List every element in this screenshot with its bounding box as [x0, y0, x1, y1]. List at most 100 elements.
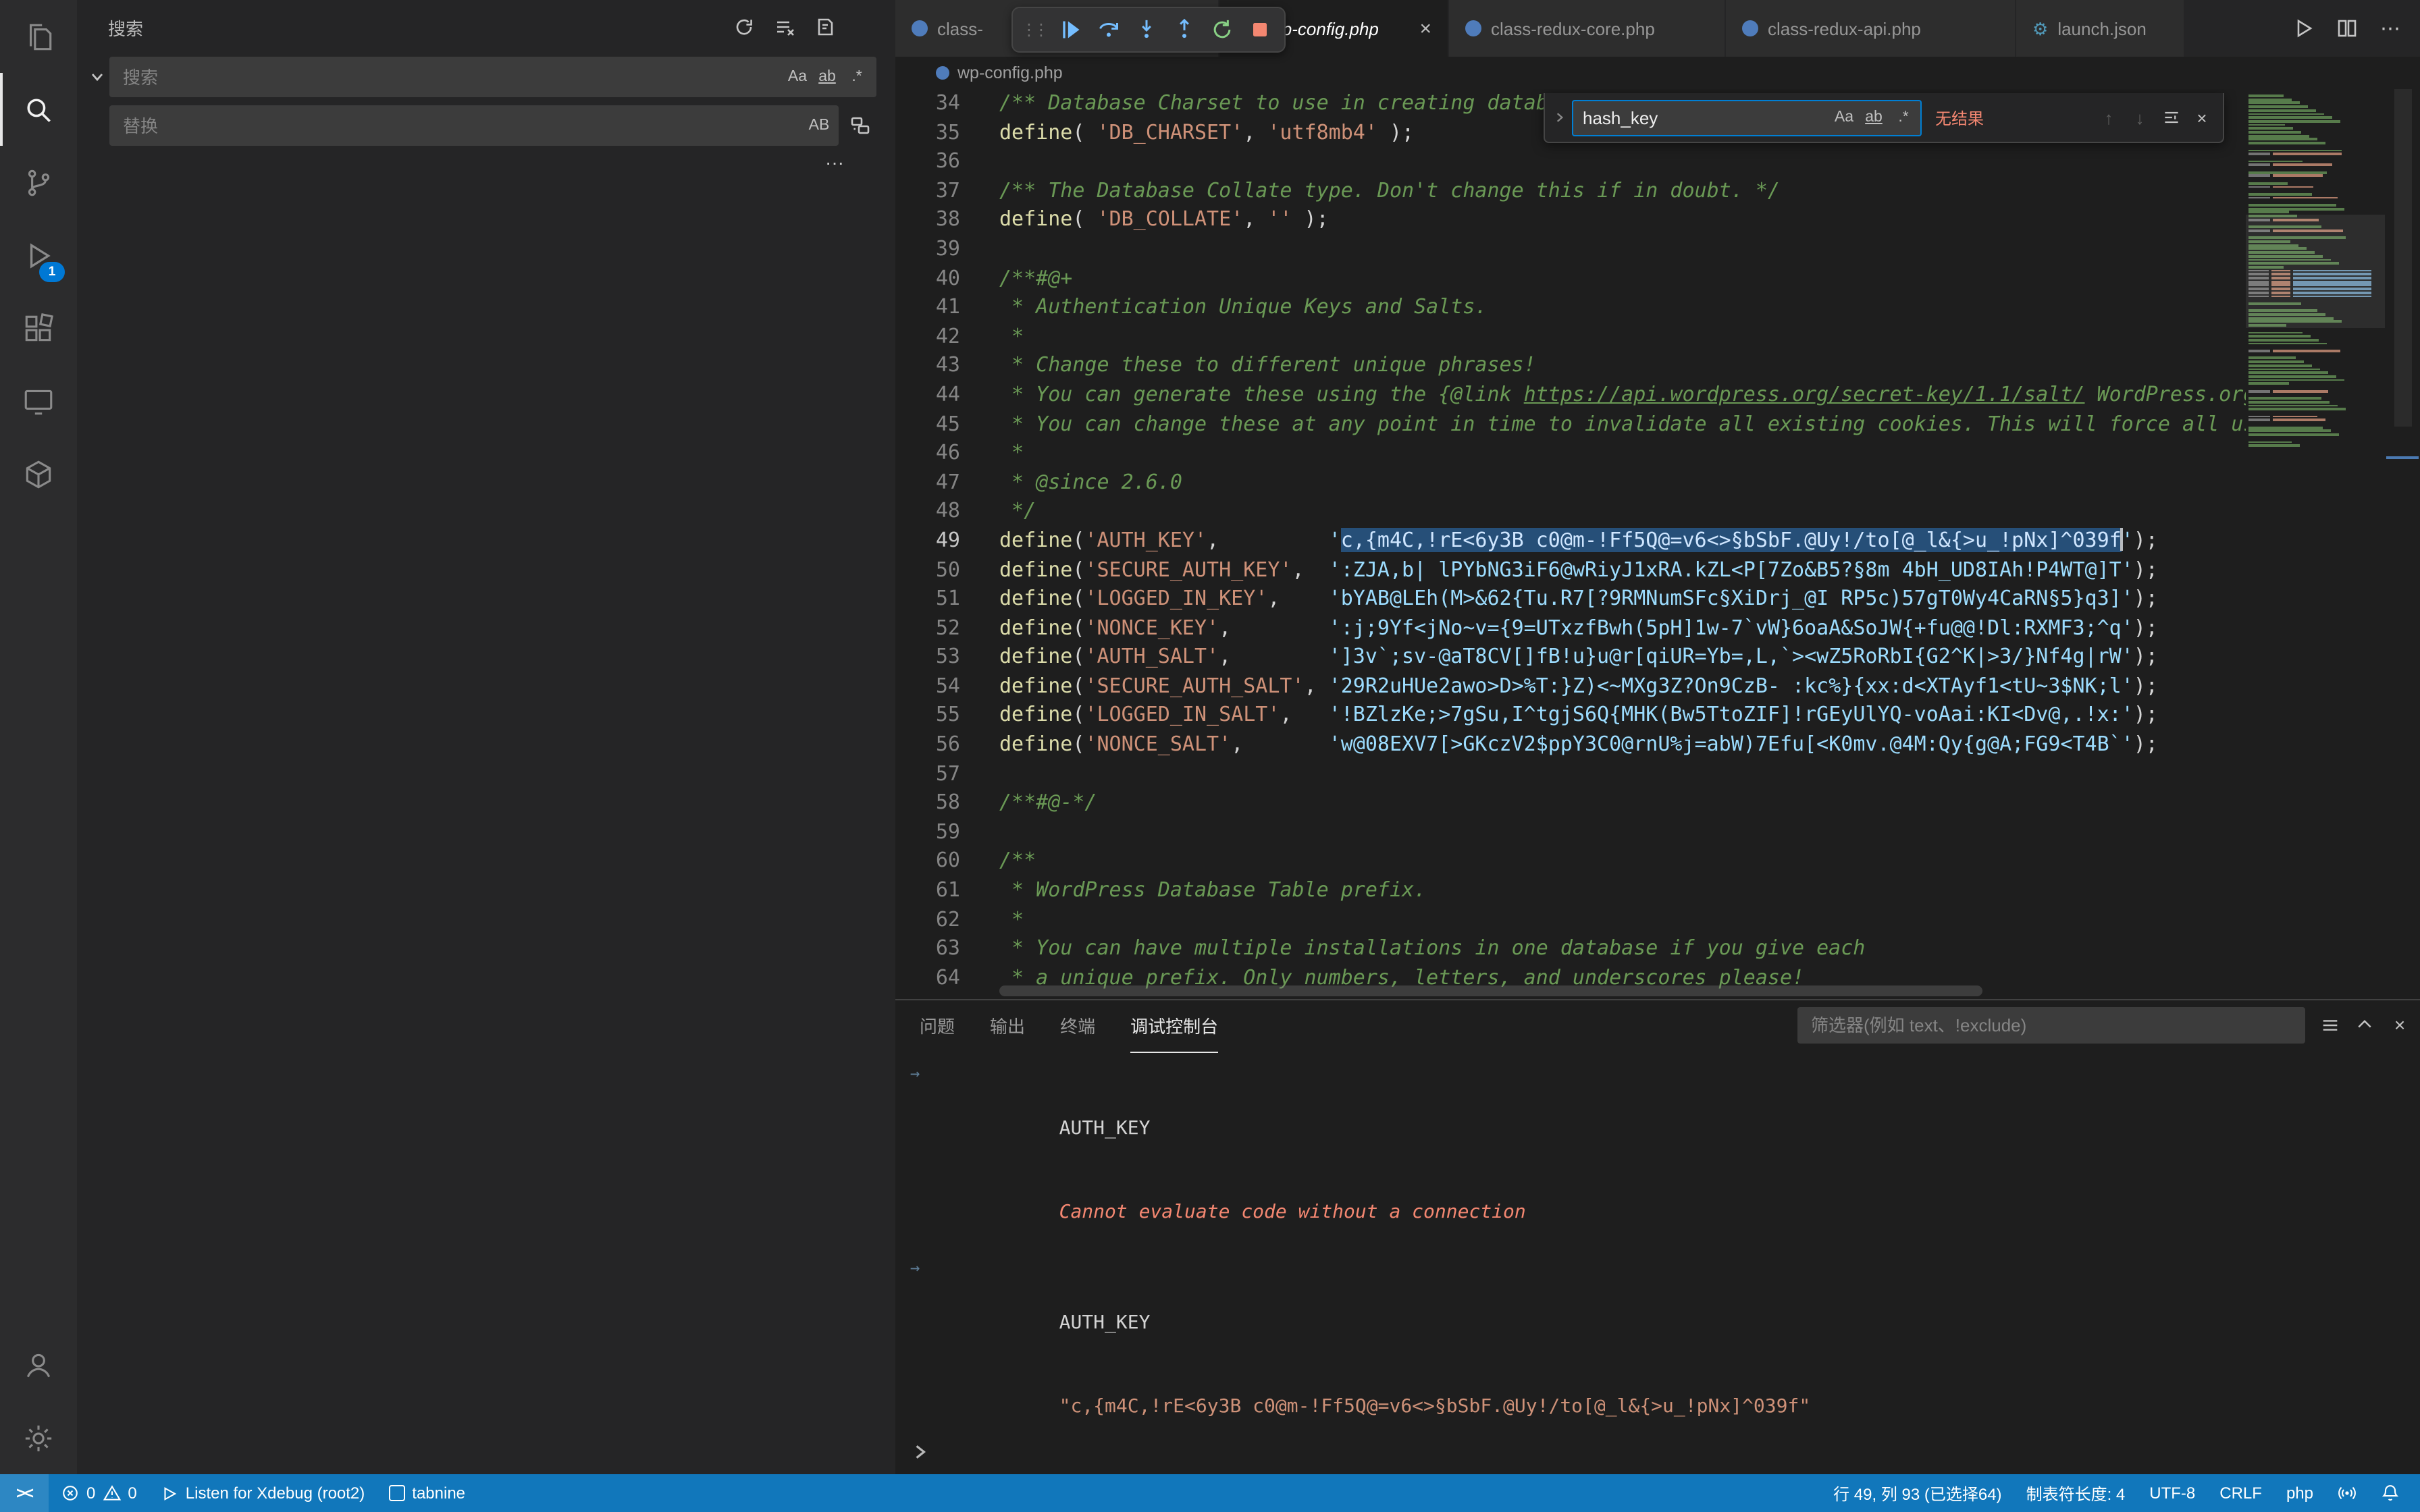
- tabnine-status[interactable]: tabnine: [377, 1474, 477, 1512]
- debug-badge: 1: [39, 262, 65, 282]
- open-in-editor-icon[interactable]: [809, 11, 841, 43]
- breadcrumb-file: wp-config.php: [957, 63, 1063, 82]
- tab-class-redux-api[interactable]: class-redux-api.php: [1726, 0, 2016, 57]
- find-whole-word-toggle[interactable]: ab: [1860, 103, 1888, 132]
- find-query: hash_key: [1583, 107, 1829, 128]
- find-regex-toggle[interactable]: .*: [1889, 103, 1918, 132]
- tab-debug-console[interactable]: 调试控制台: [1130, 1000, 1218, 1052]
- match-case-toggle[interactable]: Aa: [783, 63, 812, 91]
- find-toggle-replace-icon[interactable]: [1550, 111, 1569, 124]
- replace-all-icon[interactable]: [844, 109, 876, 142]
- eol-status[interactable]: CRLF: [2207, 1474, 2274, 1512]
- error-count: 0: [86, 1484, 95, 1503]
- whole-word-toggle[interactable]: ab: [813, 63, 841, 91]
- line-content: * You can have multiple installations in…: [960, 934, 1865, 963]
- sidebar-item-extensions[interactable]: [0, 292, 77, 364]
- line-number: 61: [895, 876, 960, 905]
- find-previous-icon[interactable]: ↑: [2093, 102, 2124, 133]
- activity-bar: 1: [0, 0, 77, 1474]
- debug-continue-icon[interactable]: [1052, 11, 1090, 49]
- console-entry: "c,{m4C,!rE<6y3B c0@m-!Ff5Q@=v6<>§bSbF.@…: [1059, 1396, 1811, 1418]
- close-tab-icon[interactable]: ×: [1419, 17, 1431, 40]
- code-line: 60/**: [895, 847, 2246, 876]
- preserve-case-toggle[interactable]: AB: [805, 111, 833, 140]
- find-close-icon[interactable]: ×: [2186, 102, 2217, 133]
- maximize-panel-icon[interactable]: [2347, 1007, 2382, 1042]
- console-row: → AUTH_KEY: [895, 1254, 2420, 1366]
- line-number: 62: [895, 905, 960, 934]
- tab-launch-json[interactable]: ⚙ launch.json: [2016, 0, 2185, 57]
- find-input-box[interactable]: hash_key Aa ab .*: [1572, 99, 1922, 136]
- tab-output[interactable]: 输出: [990, 1000, 1025, 1052]
- language-mode-status[interactable]: php: [2274, 1474, 2325, 1512]
- toolbar-grip-icon[interactable]: ⋮⋮: [1018, 20, 1052, 39]
- repl-prompt-icon[interactable]: [912, 1443, 929, 1467]
- account-button[interactable]: [0, 1328, 77, 1401]
- more-actions-icon[interactable]: ⋯: [2371, 9, 2409, 47]
- line-content: define('LOGGED_IN_SALT', '!BZlzKe;>7gSu,…: [960, 701, 2158, 730]
- line-content: define( 'DB_CHARSET', 'utf8mb4' );: [960, 118, 1414, 147]
- vertical-scrollbar[interactable]: [2394, 89, 2412, 427]
- find-match-case-toggle[interactable]: Aa: [1830, 103, 1858, 132]
- find-next-icon[interactable]: ↓: [2124, 102, 2155, 133]
- remote-indicator[interactable]: ><: [0, 1474, 49, 1512]
- tab-problems[interactable]: 问题: [920, 1000, 955, 1052]
- code-line: 37/** The Database Collate type. Don't c…: [895, 177, 2246, 206]
- xdebug-label: Listen for Xdebug (root2): [186, 1484, 365, 1503]
- toggle-search-details-icon[interactable]: ···: [825, 151, 844, 173]
- xdebug-status[interactable]: Listen for Xdebug (root2): [149, 1474, 377, 1512]
- sidebar-item-explorer[interactable]: [0, 0, 77, 73]
- problems-status[interactable]: 0 0: [49, 1474, 149, 1512]
- replace-input[interactable]: [120, 114, 804, 137]
- debug-step-out-icon[interactable]: [1165, 11, 1203, 49]
- vscode-window: 1: [0, 0, 2420, 1512]
- sidebar-item-run-debug[interactable]: 1: [0, 219, 77, 292]
- editor-code-area[interactable]: 34/** Database Charset to use in creatin…: [895, 89, 2246, 999]
- cursor-position-status[interactable]: 行 49, 列 93 (已选择64): [1821, 1474, 2014, 1512]
- line-number: 58: [895, 789, 960, 818]
- indentation-status[interactable]: 制表符长度: 4: [2014, 1474, 2138, 1512]
- line-number: 47: [895, 468, 960, 497]
- line-number: 59: [895, 818, 960, 847]
- refresh-icon[interactable]: [728, 11, 760, 43]
- sidebar-item-source-control[interactable]: [0, 146, 77, 219]
- panel-actions: ×: [2312, 1007, 2417, 1042]
- debug-listen-icon: [161, 1484, 179, 1502]
- settings-button[interactable]: [0, 1401, 77, 1474]
- bell-icon: [2381, 1484, 2400, 1503]
- code-line: 39: [895, 235, 2246, 264]
- console-filter-input[interactable]: [1808, 1014, 2294, 1037]
- debug-restart-icon[interactable]: [1203, 11, 1241, 49]
- breadcrumb[interactable]: wp-config.php: [895, 57, 2420, 89]
- sidebar-item-package[interactable]: [0, 437, 77, 510]
- minimap[interactable]: [2246, 94, 2385, 999]
- split-editor-icon[interactable]: [2328, 9, 2366, 47]
- debug-stop-icon[interactable]: [1241, 11, 1279, 49]
- minimap-slider[interactable]: [2246, 215, 2385, 328]
- close-panel-icon[interactable]: ×: [2382, 1007, 2417, 1042]
- notifications-status[interactable]: [2369, 1474, 2412, 1512]
- horizontal-scrollbar[interactable]: [999, 986, 1982, 996]
- debug-step-over-icon[interactable]: [1090, 11, 1128, 49]
- run-icon[interactable]: [2285, 9, 2323, 47]
- search-input[interactable]: [120, 65, 782, 88]
- code-line: 53define('AUTH_SALT', ']3v`;sv-@aT8CV[]f…: [895, 643, 2246, 672]
- tab-class-redux-core[interactable]: class-redux-core.php: [1449, 0, 1726, 57]
- tab-terminal[interactable]: 终端: [1060, 1000, 1095, 1052]
- line-content: /**#@-*/: [960, 789, 1097, 818]
- code-line: 50define('SECURE_AUTH_KEY', ':ZJA,b| lPY…: [895, 556, 2246, 585]
- toggle-replace-chevron-icon[interactable]: [85, 57, 109, 97]
- line-number: 56: [895, 730, 960, 759]
- debug-step-into-icon[interactable]: [1128, 11, 1165, 49]
- code-line: 47 * @since 2.6.0: [895, 468, 2246, 497]
- line-number: 44: [895, 381, 960, 410]
- panel-menu-icon[interactable]: [2312, 1007, 2347, 1042]
- regex-toggle[interactable]: .*: [843, 63, 871, 91]
- clear-search-results-icon[interactable]: [768, 11, 801, 43]
- encoding-status[interactable]: UTF-8: [2137, 1474, 2207, 1512]
- sidebar-item-search[interactable]: [0, 73, 77, 146]
- sidebar-header: 搜索: [77, 0, 895, 54]
- find-in-selection-icon[interactable]: [2155, 102, 2186, 133]
- sidebar-item-remote-explorer[interactable]: [0, 364, 77, 437]
- broadcast-status[interactable]: [2325, 1474, 2369, 1512]
